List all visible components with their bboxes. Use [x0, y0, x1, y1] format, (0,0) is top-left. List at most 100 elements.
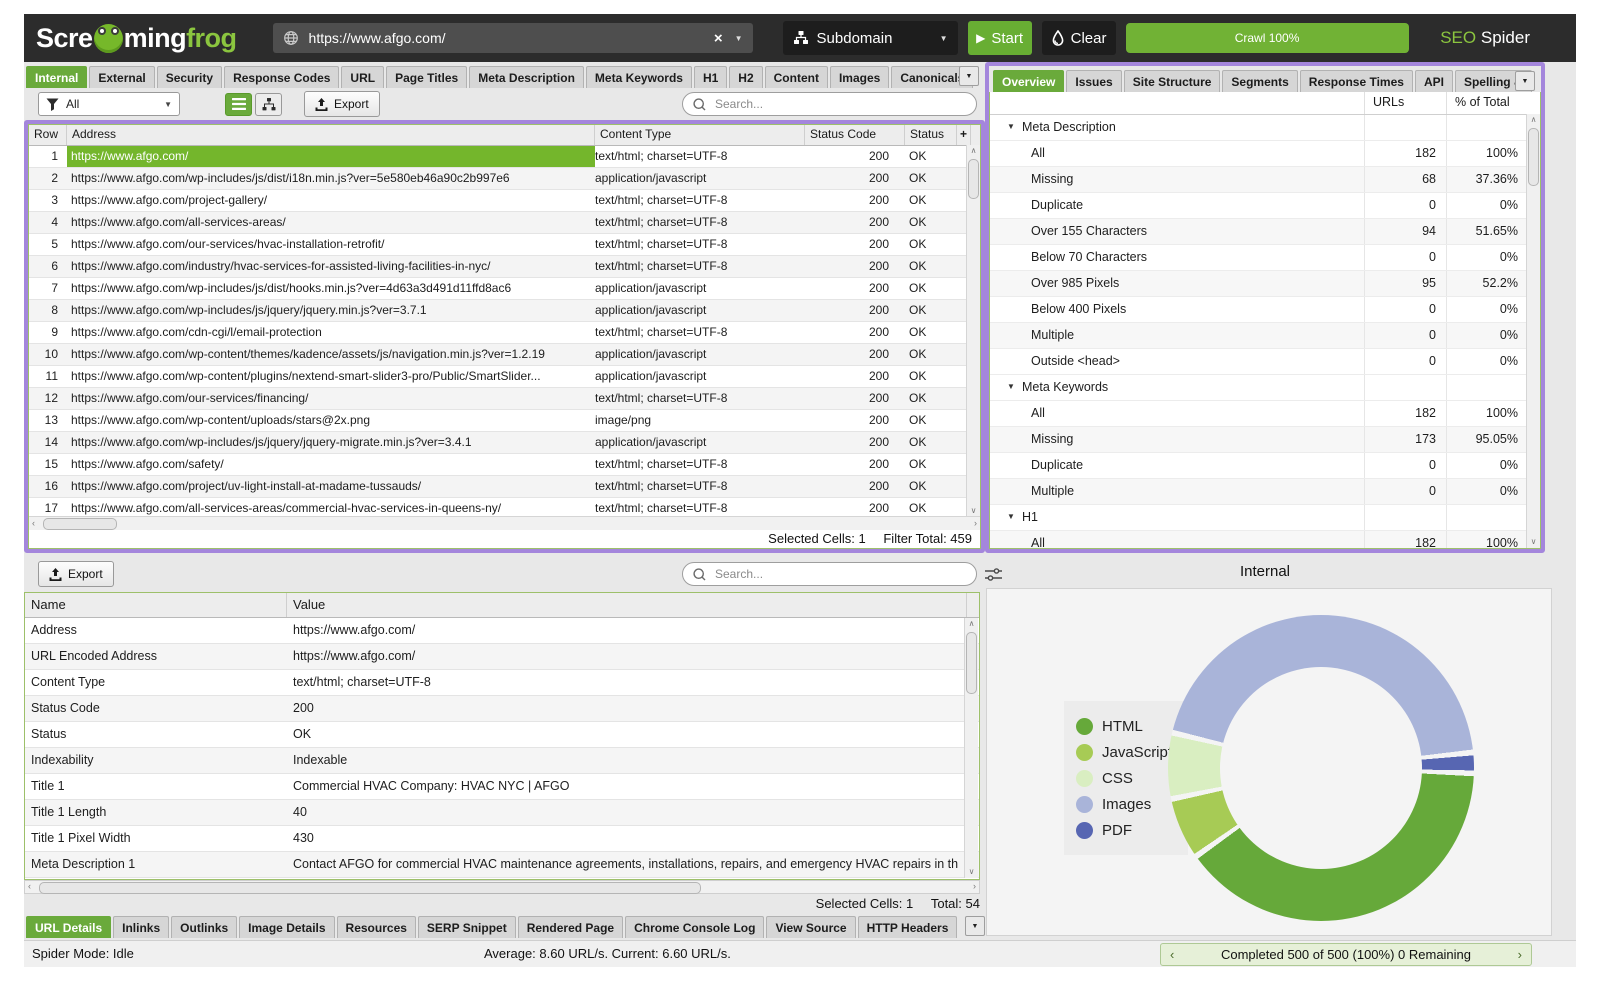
details-row[interactable]: Status Code200 — [25, 696, 979, 722]
address-cell[interactable]: https://www.afgo.com/wp-content/uploads/… — [67, 410, 595, 431]
horizontal-scrollbar[interactable]: ‹ › — [24, 880, 980, 894]
bottom-tab[interactable]: SERP Snippet — [418, 916, 516, 938]
progress-left-icon[interactable]: ‹ — [1170, 944, 1174, 965]
details-row[interactable]: Addresshttps://www.afgo.com/ — [25, 618, 979, 644]
overview-row[interactable]: Missing17395.05% — [990, 427, 1540, 453]
overview-row[interactable]: ▼Meta Keywords — [990, 375, 1540, 401]
collapse-caret-icon[interactable]: ▼ — [1007, 375, 1022, 400]
table-row[interactable]: 7https://www.afgo.com/wp-includes/js/dis… — [29, 278, 980, 300]
scroll-up-icon[interactable]: ∧ — [971, 145, 977, 157]
column-header-row[interactable]: Row — [29, 125, 67, 145]
table-row[interactable]: 11https://www.afgo.com/wp-content/plugin… — [29, 366, 980, 388]
table-row[interactable]: 3https://www.afgo.com/project-gallery/te… — [29, 190, 980, 212]
main-tab[interactable]: Meta Keywords — [586, 66, 692, 88]
collapse-caret-icon[interactable] — [1007, 349, 1022, 374]
scroll-right-icon[interactable]: › — [973, 881, 976, 892]
column-header-status-code[interactable]: Status Code — [805, 125, 905, 145]
legend-entry[interactable]: JavaScript — [1076, 739, 1172, 765]
scroll-left-icon[interactable]: ‹ — [32, 517, 35, 529]
table-row[interactable]: 16https://www.afgo.com/project/uv-light-… — [29, 476, 980, 498]
horizontal-scrollbar[interactable]: ‹ › — [29, 516, 980, 530]
overview-row[interactable]: Multiple00% — [990, 479, 1540, 505]
address-cell[interactable]: https://www.afgo.com/all-services-areas/… — [67, 498, 595, 516]
overview-row[interactable]: Duplicate00% — [990, 193, 1540, 219]
search-input[interactable] — [713, 96, 966, 112]
collapse-caret-icon[interactable] — [1007, 167, 1022, 192]
table-row[interactable]: 13https://www.afgo.com/wp-content/upload… — [29, 410, 980, 432]
column-header-address[interactable]: Address — [67, 125, 595, 145]
overview-row[interactable]: Missing6837.36% — [990, 167, 1540, 193]
table-row[interactable]: 5https://www.afgo.com/our-services/hvac-… — [29, 234, 980, 256]
address-cell[interactable]: https://www.afgo.com/cdn-cgi/l/email-pro… — [67, 322, 595, 343]
legend-entry[interactable]: Images — [1076, 791, 1172, 817]
table-row[interactable]: 14https://www.afgo.com/wp-includes/js/jq… — [29, 432, 980, 454]
address-cell[interactable]: https://www.afgo.com/wp-includes/js/jque… — [67, 432, 595, 453]
main-tab[interactable]: Meta Description — [469, 66, 584, 88]
address-cell[interactable]: https://www.afgo.com/project-gallery/ — [67, 190, 595, 211]
collapse-caret-icon[interactable] — [1007, 479, 1022, 504]
address-cell[interactable]: https://www.afgo.com/wp-includes/js/dist… — [67, 278, 595, 299]
table-row[interactable]: 17https://www.afgo.com/all-services-area… — [29, 498, 980, 516]
collapse-caret-icon[interactable] — [1007, 531, 1022, 548]
main-tab[interactable]: Response Codes — [224, 66, 339, 88]
details-row[interactable]: Title 1 Pixel Width430 — [25, 826, 979, 852]
table-row[interactable]: 1https://www.afgo.com/text/html; charset… — [29, 146, 980, 168]
column-header-name[interactable]: Name — [25, 593, 287, 617]
address-cell[interactable]: https://www.afgo.com/safety/ — [67, 454, 595, 475]
main-tab[interactable]: External — [89, 66, 154, 88]
address-cell[interactable]: https://www.afgo.com/ — [67, 146, 595, 167]
bottom-tab[interactable]: Inlinks — [113, 916, 169, 938]
table-row[interactable]: 9https://www.afgo.com/cdn-cgi/l/email-pr… — [29, 322, 980, 344]
bottom-tabs-overflow-button[interactable]: ▼ — [965, 916, 985, 936]
details-row[interactable]: Title 1 Length40 — [25, 800, 979, 826]
details-row[interactable]: Meta Description 1Contact AFGO for comme… — [25, 852, 979, 878]
overview-row[interactable]: All182100% — [990, 401, 1540, 427]
scrollbar-thumb[interactable] — [966, 632, 977, 694]
bottom-tab[interactable]: HTTP Headers — [858, 916, 958, 938]
main-tab[interactable]: H2 — [729, 66, 762, 88]
details-row[interactable]: Content Typetext/html; charset=UTF-8 — [25, 670, 979, 696]
details-row[interactable]: IndexabilityIndexable — [25, 748, 979, 774]
url-input[interactable] — [307, 29, 714, 47]
address-cell[interactable]: https://www.afgo.com/wp-content/plugins/… — [67, 366, 595, 387]
table-row[interactable]: 8https://www.afgo.com/wp-includes/js/jqu… — [29, 300, 980, 322]
overview-row[interactable]: ▼H1 — [990, 505, 1540, 531]
legend-entry[interactable]: HTML — [1076, 713, 1172, 739]
column-header-status[interactable]: Status — [905, 125, 957, 145]
overview-row[interactable]: Over 155 Characters9451.65% — [990, 219, 1540, 245]
legend-entry[interactable]: PDF — [1076, 817, 1172, 843]
overview-row[interactable]: ▼Meta Description — [990, 115, 1540, 141]
vertical-scrollbar[interactable]: ∧ ∨ — [1526, 114, 1540, 548]
collapse-caret-icon[interactable] — [1007, 193, 1022, 218]
clear-url-icon[interactable]: × — [714, 30, 723, 47]
overview-row[interactable]: Below 400 Pixels00% — [990, 297, 1540, 323]
collapse-caret-icon[interactable]: ▼ — [1007, 115, 1022, 140]
overview-row[interactable]: Over 985 Pixels9552.2% — [990, 271, 1540, 297]
bottom-tab[interactable]: Rendered Page — [518, 916, 623, 938]
column-header-pct[interactable]: % of Total — [1446, 92, 1528, 114]
collapse-caret-icon[interactable] — [1007, 271, 1022, 296]
overview-row[interactable]: All182100% — [990, 141, 1540, 167]
address-cell[interactable]: https://www.afgo.com/our-services/financ… — [67, 388, 595, 409]
scrollbar-thumb[interactable] — [968, 159, 979, 199]
scrollbar-thumb[interactable] — [1528, 128, 1539, 186]
collapse-caret-icon[interactable]: ▼ — [1007, 505, 1022, 530]
search-input[interactable] — [713, 566, 966, 582]
details-row[interactable]: URL Encoded Addresshttps://www.afgo.com/ — [25, 644, 979, 670]
address-cell[interactable]: https://www.afgo.com/our-services/hvac-i… — [67, 234, 595, 255]
filter-select[interactable]: All ▼ — [38, 92, 180, 116]
address-cell[interactable]: https://www.afgo.com/all-services-areas/ — [67, 212, 595, 233]
collapse-caret-icon[interactable] — [1007, 323, 1022, 348]
search-box[interactable] — [682, 562, 977, 586]
url-history-dropdown-icon[interactable]: ▼ — [735, 34, 743, 43]
scrollbar-track[interactable] — [967, 157, 980, 505]
main-tabs-overflow-button[interactable]: ▼ — [959, 66, 979, 86]
main-tab[interactable]: URL — [341, 66, 384, 88]
search-box[interactable] — [682, 92, 977, 116]
collapse-caret-icon[interactable] — [1007, 141, 1022, 166]
overview-row[interactable]: All182100% — [990, 531, 1540, 548]
main-tab[interactable]: H1 — [694, 66, 727, 88]
address-cell[interactable]: https://www.afgo.com/wp-includes/js/jque… — [67, 300, 595, 321]
bottom-tab[interactable]: Image Details — [239, 916, 334, 938]
scrollbar-thumb[interactable] — [39, 882, 701, 894]
